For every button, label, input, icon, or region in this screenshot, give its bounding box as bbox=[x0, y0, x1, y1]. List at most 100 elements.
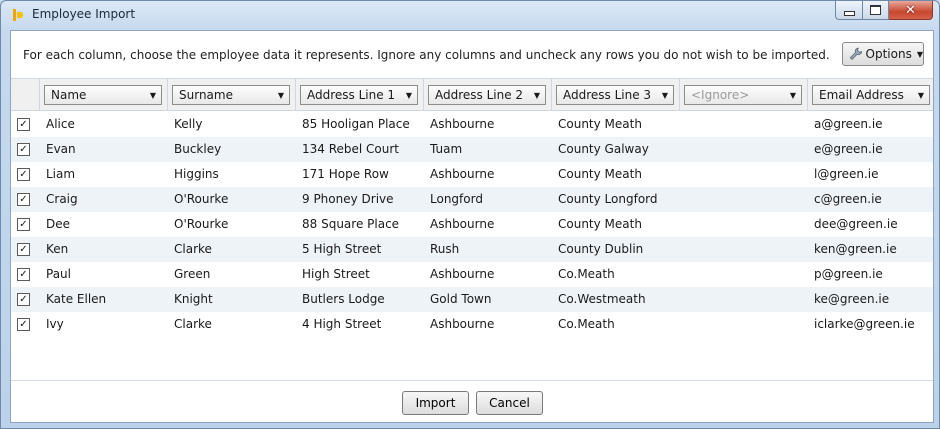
table-cell: Ken bbox=[46, 242, 69, 256]
table-row[interactable]: ✓ Alice Kelly 85 Hooligan Place Ashbourne Cou… bbox=[11, 112, 933, 137]
table-cell: Evan bbox=[46, 142, 76, 156]
table-cell: Paul bbox=[46, 267, 71, 281]
close-icon: ✕ bbox=[905, 2, 916, 18]
row-checkbox[interactable]: ✓ bbox=[17, 268, 30, 281]
table-cell: County Meath bbox=[558, 217, 642, 231]
cancel-button[interactable]: Cancel bbox=[476, 391, 543, 415]
row-checkbox[interactable]: ✓ bbox=[17, 168, 30, 181]
header-cell-name: Name ▼ bbox=[40, 79, 168, 110]
table-cell: Ashbourne bbox=[430, 317, 495, 331]
table-cell: Ashbourne bbox=[430, 167, 495, 181]
table-row[interactable]: ✓ Evan Buckley 134 Rebel Court Tuam County Ga… bbox=[11, 137, 933, 162]
row-checkbox[interactable]: ✓ bbox=[17, 218, 30, 231]
column-header-row: Name ▼ Surname ▼ Address Line 1 ▼ Addres… bbox=[11, 79, 933, 111]
row-checkbox[interactable]: ✓ bbox=[17, 318, 30, 331]
table-cell: e@green.ie bbox=[814, 142, 883, 156]
dropdown-arrow-icon: ▼ bbox=[661, 91, 668, 100]
table-cell: Dee bbox=[46, 217, 71, 231]
column-mapping-select-surname[interactable]: Surname ▼ bbox=[172, 85, 290, 105]
chevron-down-icon: ▼ bbox=[916, 49, 923, 59]
dropdown-arrow-icon: ▼ bbox=[405, 91, 412, 100]
row-checkbox[interactable]: ✓ bbox=[17, 118, 30, 131]
table-row[interactable]: ✓ Liam Higgins 171 Hope Row Ashbourne County … bbox=[11, 162, 933, 187]
column-mapping-select-address3[interactable]: Address Line 3 ▼ bbox=[556, 85, 674, 105]
dropdown-arrow-icon: ▼ bbox=[917, 91, 924, 100]
row-checkbox[interactable]: ✓ bbox=[17, 143, 30, 156]
column-mapping-value: Email Address bbox=[819, 88, 904, 102]
column-mapping-select-address2[interactable]: Address Line 2 ▼ bbox=[428, 85, 546, 105]
dropdown-arrow-icon: ▼ bbox=[533, 91, 540, 100]
table-row[interactable]: ✓ Ken Clarke 5 High Street Rush County Dublin… bbox=[11, 237, 933, 262]
minimize-button[interactable] bbox=[835, 1, 863, 20]
table-cell: County Meath bbox=[558, 167, 642, 181]
button-bar: Import Cancel bbox=[11, 380, 933, 423]
table-cell: Ivy bbox=[46, 317, 64, 331]
table-cell: 88 Square Place bbox=[302, 217, 400, 231]
header-checkbox-cell bbox=[11, 79, 40, 110]
table-row[interactable]: ✓ Kate Ellen Knight Butlers Lodge Gold Town C… bbox=[11, 287, 933, 312]
table-cell: Craig bbox=[46, 192, 78, 206]
column-mapping-value: <Ignore> bbox=[691, 88, 750, 102]
table-cell: 85 Hooligan Place bbox=[302, 117, 410, 131]
table-cell: c@green.ie bbox=[814, 192, 882, 206]
row-checkbox[interactable]: ✓ bbox=[17, 243, 30, 256]
table-cell: Rush bbox=[430, 242, 460, 256]
table-row[interactable]: ✓ Craig O'Rourke 9 Phoney Drive Longford Coun… bbox=[11, 187, 933, 212]
table-cell: dee@green.ie bbox=[814, 217, 898, 231]
header-cell-address3: Address Line 3 ▼ bbox=[552, 79, 680, 110]
table-cell: l@green.ie bbox=[814, 167, 879, 181]
header-cell-surname: Surname ▼ bbox=[168, 79, 296, 110]
table-cell: County Galway bbox=[558, 142, 649, 156]
table-cell: 5 High Street bbox=[302, 242, 382, 256]
table-cell: Longford bbox=[430, 192, 483, 206]
column-mapping-select-ignore[interactable]: <Ignore> ▼ bbox=[684, 85, 802, 105]
import-button[interactable]: Import bbox=[402, 391, 469, 415]
table-cell: Alice bbox=[46, 117, 75, 131]
column-mapping-select-name[interactable]: Name ▼ bbox=[44, 85, 162, 105]
table-cell: Tuam bbox=[430, 142, 463, 156]
dropdown-arrow-icon: ▼ bbox=[789, 91, 796, 100]
options-button[interactable]: Options ▼ bbox=[842, 42, 924, 66]
table-cell: Kate Ellen bbox=[46, 292, 107, 306]
header-cell-ignore: <Ignore> ▼ bbox=[680, 79, 808, 110]
header-cell-address2: Address Line 2 ▼ bbox=[424, 79, 552, 110]
window-title: Employee Import bbox=[32, 7, 136, 21]
table-cell: 134 Rebel Court bbox=[302, 142, 400, 156]
column-mapping-value: Address Line 1 bbox=[307, 88, 396, 102]
table-cell: ke@green.ie bbox=[814, 292, 890, 306]
minimize-icon bbox=[843, 10, 855, 16]
close-button[interactable]: ✕ bbox=[889, 1, 933, 20]
window-controls: ✕ bbox=[835, 1, 933, 20]
title-bar[interactable]: Employee Import ✕ bbox=[1, 1, 939, 29]
maximize-button[interactable] bbox=[863, 1, 889, 20]
column-mapping-value: Address Line 2 bbox=[435, 88, 524, 102]
options-label: Options bbox=[865, 47, 912, 61]
table-cell: Kelly bbox=[174, 117, 203, 131]
table-row[interactable]: ✓ Dee O'Rourke 88 Square Place Ashbourne Coun… bbox=[11, 212, 933, 237]
row-checkbox[interactable]: ✓ bbox=[17, 193, 30, 206]
table-cell: County Longford bbox=[558, 192, 658, 206]
table-cell: Clarke bbox=[174, 242, 212, 256]
table-cell: p@green.ie bbox=[814, 267, 883, 281]
table-cell: High Street bbox=[302, 267, 370, 281]
table-row[interactable]: ✓ Ivy Clarke 4 High Street Ashbourne Co.Meath… bbox=[11, 312, 933, 337]
row-checkbox[interactable]: ✓ bbox=[17, 293, 30, 306]
header-cell-email: Email Address ▼ bbox=[808, 79, 933, 110]
column-mapping-select-address1[interactable]: Address Line 1 ▼ bbox=[300, 85, 418, 105]
dropdown-arrow-icon: ▼ bbox=[149, 91, 156, 100]
table-cell: Ashbourne bbox=[430, 117, 495, 131]
app-logo-icon bbox=[13, 9, 23, 21]
column-mapping-select-email[interactable]: Email Address ▼ bbox=[812, 85, 930, 105]
table-row[interactable]: ✓ Paul Green High Street Ashbourne Co.Meath p@… bbox=[11, 262, 933, 287]
table-cell: Higgins bbox=[174, 167, 219, 181]
table-cell: Butlers Lodge bbox=[302, 292, 385, 306]
column-mapping-value: Address Line 3 bbox=[563, 88, 652, 102]
column-mapping-value: Surname bbox=[179, 88, 233, 102]
table-cell: County Dublin bbox=[558, 242, 644, 256]
column-mapping-value: Name bbox=[51, 88, 87, 102]
table-cell: 4 High Street bbox=[302, 317, 382, 331]
table-cell: Green bbox=[174, 267, 211, 281]
table-cell: Clarke bbox=[174, 317, 212, 331]
table-cell: 9 Phoney Drive bbox=[302, 192, 394, 206]
instructions-bar: For each column, choose the employee dat… bbox=[11, 31, 933, 79]
